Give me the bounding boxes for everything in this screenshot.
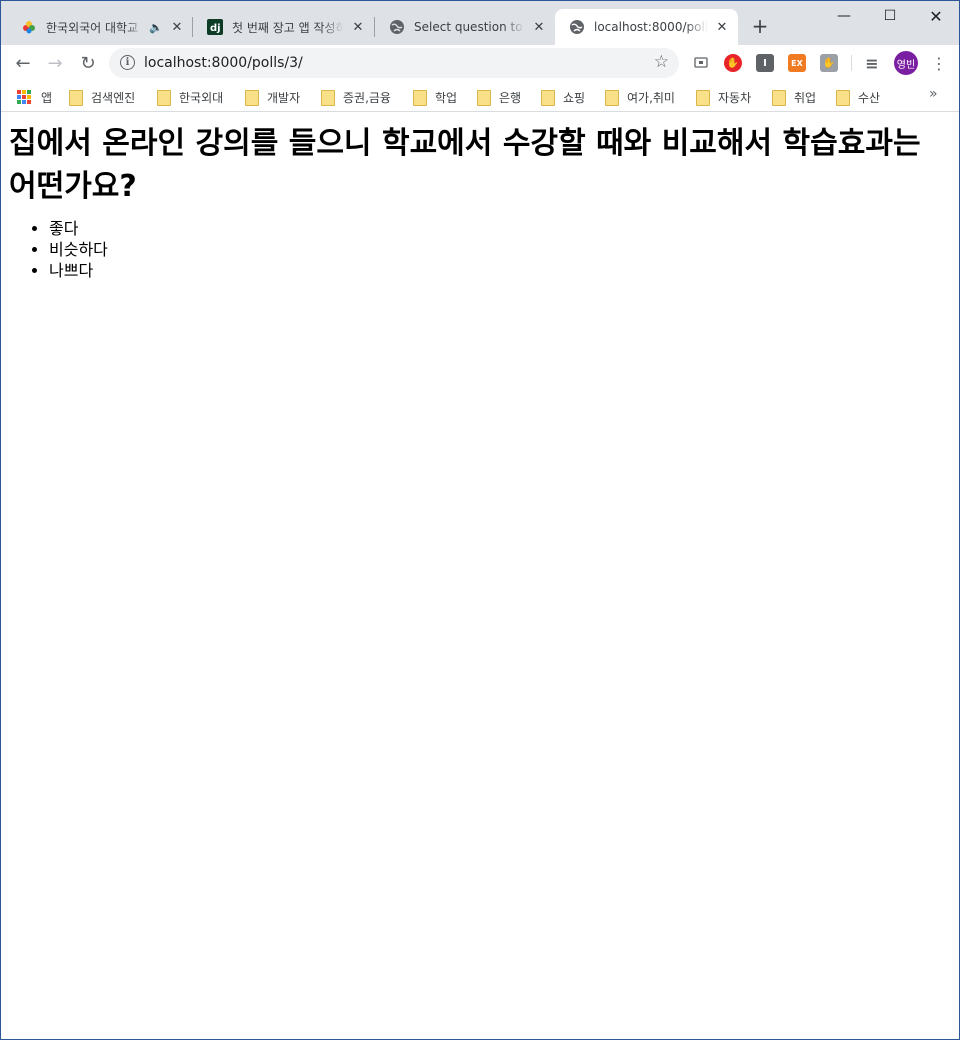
- bookmark-folder[interactable]: 취업: [772, 86, 816, 108]
- toolbar-divider: [851, 55, 852, 71]
- bookmark-folder[interactable]: 학업: [413, 86, 457, 108]
- browser-toolbar: ← → ↻ i localhost:8000/polls/3/ ☆ ✋ I EX…: [1, 45, 959, 81]
- folder-icon: [413, 90, 427, 106]
- tab-title: localhost:8000/polls/3/: [594, 20, 708, 34]
- apps-icon: [17, 90, 31, 104]
- bookmark-label: 자동차: [718, 90, 752, 105]
- choice-item: 나쁘다: [49, 260, 959, 281]
- bookmark-folder[interactable]: 한국외대: [157, 86, 223, 108]
- bookmark-star-icon[interactable]: ☆: [654, 52, 669, 72]
- folder-icon: [605, 90, 619, 106]
- hufs-logo-icon: [21, 19, 37, 35]
- bookmark-folder[interactable]: 자동차: [696, 86, 751, 108]
- folder-icon: [245, 90, 259, 106]
- bookmark-folder[interactable]: 증권,금융: [321, 86, 391, 108]
- bookmark-label: 개발자: [267, 90, 301, 105]
- bookmark-folder[interactable]: 여가,취미: [605, 86, 675, 108]
- playlist-icon[interactable]: ≡: [863, 54, 881, 73]
- folder-icon: [541, 90, 555, 106]
- more-menu-icon[interactable]: ⋮: [929, 51, 949, 75]
- site-info-icon[interactable]: i: [120, 55, 135, 70]
- close-tab-icon[interactable]: ✕: [350, 19, 366, 35]
- svg-text:dj: dj: [210, 23, 221, 34]
- tab-title: Select question to change: [414, 20, 525, 34]
- tab-admin-question[interactable]: Select question to change ✕: [375, 9, 555, 45]
- tab-title: 한국외국어 대학교: [46, 20, 139, 35]
- new-tab-button[interactable]: +: [749, 14, 771, 38]
- speaker-icon[interactable]: 🔈: [149, 21, 163, 34]
- folder-icon: [69, 90, 83, 106]
- back-button[interactable]: ←: [9, 49, 37, 77]
- globe-icon: [569, 19, 585, 35]
- close-tab-icon[interactable]: ✕: [169, 19, 185, 35]
- tab-hufs[interactable]: 한국외국어 대학교 🔈 ✕: [7, 9, 193, 45]
- extension-grey-icon[interactable]: ✋: [820, 54, 838, 72]
- bookmarks-bar: 앱 검색엔진 한국외대 개발자 증권,금융 학업 은행 쇼핑 여가,취미 자동차…: [1, 81, 959, 112]
- bookmark-folder[interactable]: 은행: [477, 86, 521, 108]
- maximize-button[interactable]: ☐: [867, 1, 913, 31]
- folder-icon: [696, 90, 710, 106]
- bookmark-label: 여가,취미: [627, 90, 675, 105]
- folder-icon: [772, 90, 786, 106]
- question-heading: 집에서 온라인 강의를 들으니 학교에서 수강할 때와 비교해서 학습효과는 어…: [9, 126, 921, 204]
- tab-strip: 한국외국어 대학교 🔈 ✕ dj 첫 번째 장고 앱 작성하기 ✕ Select…: [1, 1, 959, 45]
- bookmark-label: 한국외대: [179, 90, 224, 105]
- close-window-button[interactable]: ✕: [913, 1, 959, 31]
- bookmark-folder[interactable]: 쇼핑: [541, 86, 585, 108]
- close-tab-icon[interactable]: ✕: [531, 19, 547, 35]
- folder-icon: [836, 90, 850, 106]
- tab-title: 첫 번째 장고 앱 작성하기: [232, 20, 344, 35]
- address-bar[interactable]: i localhost:8000/polls/3/ ☆: [109, 48, 679, 78]
- adblock-icon[interactable]: ✋: [724, 54, 742, 72]
- minimize-button[interactable]: —: [821, 1, 867, 31]
- more-bookmarks-icon[interactable]: »: [929, 86, 938, 102]
- bookmark-apps[interactable]: 앱: [17, 86, 52, 108]
- django-icon: dj: [207, 19, 223, 35]
- extension-ex-icon[interactable]: EX: [788, 54, 806, 72]
- page-content: 집에서 온라인 강의를 들으니 학교에서 수강할 때와 비교해서 학습효과는 어…: [1, 113, 959, 1039]
- profile-avatar[interactable]: 영빈: [894, 51, 918, 75]
- bookmark-folder[interactable]: 개발자: [245, 86, 300, 108]
- folder-icon: [157, 90, 171, 106]
- globe-icon: [389, 19, 405, 35]
- choice-list: 좋다 비슷하다 나쁘다: [49, 218, 959, 281]
- tab-polls-detail[interactable]: localhost:8000/polls/3/ ✕: [555, 9, 738, 45]
- cast-icon[interactable]: [692, 54, 710, 72]
- folder-icon: [477, 90, 491, 106]
- choice-item: 좋다: [49, 218, 959, 239]
- bookmark-label: 은행: [499, 90, 522, 105]
- bookmark-label: 쇼핑: [563, 90, 586, 105]
- tab-django-tutorial[interactable]: dj 첫 번째 장고 앱 작성하기 ✕: [193, 9, 374, 45]
- folder-icon: [321, 90, 335, 106]
- bookmark-folder[interactable]: 수산: [836, 86, 880, 108]
- bookmark-label: 취업: [794, 90, 817, 105]
- close-tab-icon[interactable]: ✕: [714, 19, 730, 35]
- extension-i-icon[interactable]: I: [756, 54, 774, 72]
- bookmark-label: 증권,금융: [343, 90, 391, 105]
- url-text[interactable]: localhost:8000/polls/3/: [144, 55, 303, 71]
- choice-item: 비슷하다: [49, 239, 959, 260]
- forward-button[interactable]: →: [41, 49, 69, 77]
- reload-button[interactable]: ↻: [74, 49, 102, 77]
- bookmark-label: 학업: [435, 90, 458, 105]
- bookmark-label: 검색엔진: [91, 90, 136, 105]
- bookmark-label: 앱: [41, 90, 53, 105]
- bookmark-folder[interactable]: 검색엔진: [69, 86, 135, 108]
- bookmark-label: 수산: [858, 90, 881, 105]
